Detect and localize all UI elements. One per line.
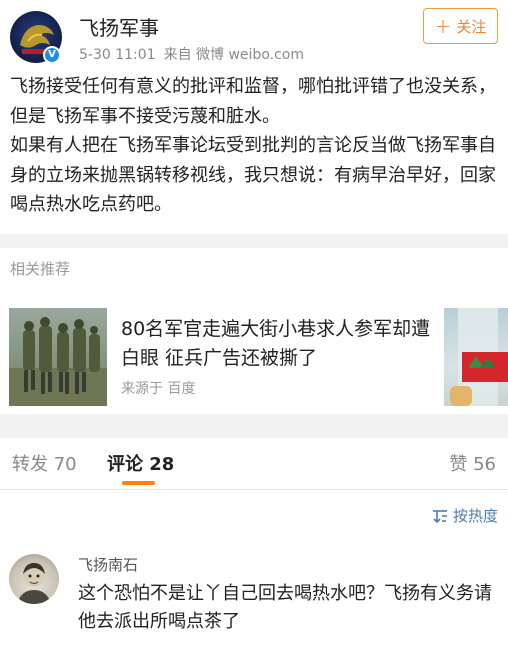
active-tab-indicator: [122, 481, 155, 485]
post-body: 飞扬接受任何有意义的批评和监督，哪怕批评错了也没关系，但是飞扬军事不接受污蔑和脏…: [10, 72, 500, 220]
post-meta: 5-30 11:01 来自 微博 weibo.com: [79, 44, 312, 64]
sort-by-hot-button[interactable]: 按热度: [431, 505, 498, 526]
recommend-thumbnail: [9, 308, 107, 406]
follow-button[interactable]: + 关注: [423, 8, 498, 44]
tab-reposts[interactable]: 转发 70: [12, 450, 77, 476]
post-header: V 飞扬军事 5-30 11:01 来自 微博 weibo.com + 关注: [0, 0, 508, 72]
commenter-name[interactable]: 飞扬南石: [78, 554, 138, 575]
verified-badge-icon: V: [43, 46, 61, 64]
post-time: 5-30 11:01: [79, 47, 156, 63]
recommend-ad-thumbnail[interactable]: [444, 308, 508, 406]
recommend-section-title: 相关推荐: [10, 260, 71, 278]
post-source: 来自 微博 weibo.com: [163, 47, 304, 63]
comment-text: 这个恐怕不是让丫自己回去喝热水吧？飞扬有义务请他去派出所喝点茶了: [78, 583, 492, 632]
author-name[interactable]: 飞扬军事: [79, 12, 159, 41]
sort-icon: [432, 509, 447, 523]
recommend-card[interactable]: 80名军官走遍大街小巷求人参军却遭白眼 征兵广告还被撕了 来源于 百度: [0, 302, 508, 412]
follow-label: 关注: [456, 17, 487, 36]
recommend-headline[interactable]: 80名军官走遍大街小巷求人参军却遭白眼 征兵广告还被撕了: [121, 315, 431, 373]
sort-label: 按热度: [452, 507, 498, 525]
tab-likes[interactable]: 赞 56: [449, 450, 496, 476]
post-paragraph: 如果有人把在飞扬军事论坛受到批判的言论反当做飞扬军事自身的立场来抛黑锅转移视线，…: [10, 135, 496, 215]
commenter-avatar[interactable]: [9, 554, 59, 604]
post-paragraph: 飞扬接受任何有意义的批评和监督，哪怕批评错了也没关系，但是飞扬军事不接受污蔑和脏…: [10, 76, 496, 127]
tab-comments[interactable]: 评论 28: [107, 450, 174, 476]
recommend-source: 来源于 百度: [121, 381, 196, 397]
plus-icon: +: [434, 14, 452, 38]
section-divider: [0, 234, 508, 248]
section-divider: [0, 414, 508, 438]
comment-tabs: 转发 70 评论 28 赞 56: [0, 438, 508, 490]
